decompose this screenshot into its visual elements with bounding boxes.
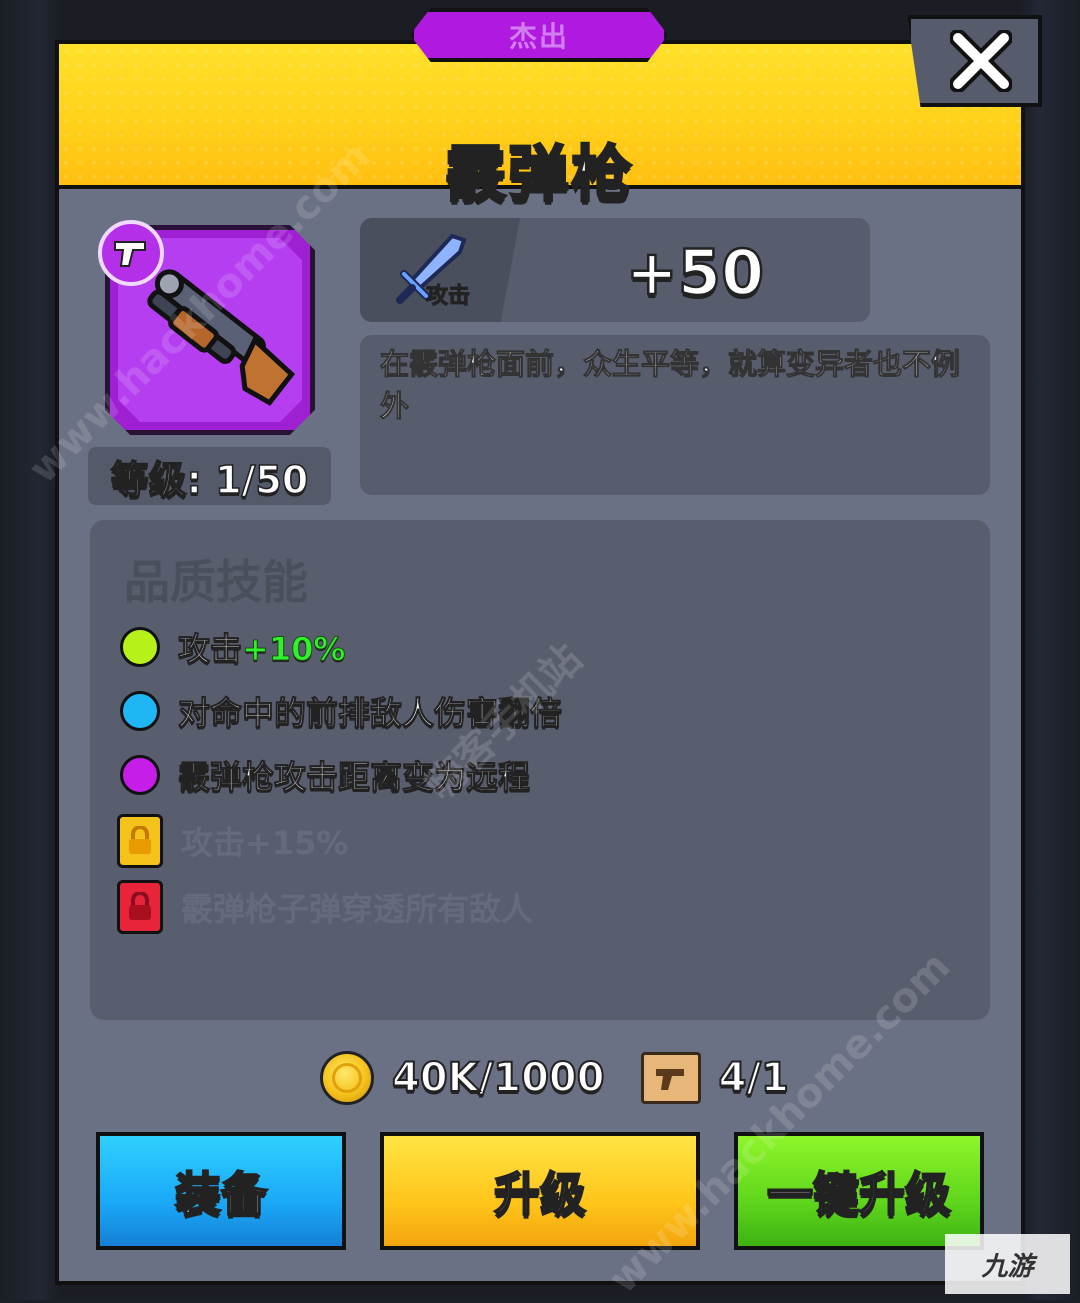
skills-title: 品质技能: [124, 555, 308, 609]
scroll-cost: 4/1: [718, 1054, 790, 1102]
pistol-icon: [114, 241, 146, 267]
blueprint-scroll-icon: [640, 1052, 701, 1104]
upgrade-button[interactable]: 升级: [380, 1132, 700, 1250]
quality-skills-panel: 品质技能 攻击+10% 对命中的前排敌人伤害翻倍 霰弹枪攻击距离变为远程 攻击+…: [90, 520, 990, 1020]
weapon-level: 等级: 1/50: [88, 447, 331, 505]
stat-box: 攻击 +50: [360, 218, 870, 322]
equip-button[interactable]: 装备: [96, 1132, 346, 1250]
skill-item-locked: 霰弹枪子弹穿透所有敌人: [117, 880, 534, 934]
skill-text: 攻击+15%: [181, 824, 349, 862]
gold-cost: 40K/1000: [391, 1054, 606, 1102]
close-button[interactable]: [907, 15, 1042, 107]
stat-value: +50: [625, 235, 766, 311]
auto-upgrade-button[interactable]: 一键升级: [734, 1132, 984, 1250]
site-logo: 九游: [945, 1234, 1070, 1294]
stat-label: 攻击: [425, 284, 471, 310]
skill-item: 霰弹枪攻击距离变为远程: [120, 750, 531, 800]
skill-item-locked: 攻击+15%: [117, 814, 349, 868]
skill-bonus: +10%: [242, 630, 346, 669]
gold-coin-icon: [320, 1051, 374, 1105]
skill-dot-icon: [120, 691, 160, 731]
skill-dot-icon: [120, 627, 160, 667]
weapon-description: 在霰弹枪面前，众生平等，就算变异者也不例外: [360, 335, 990, 495]
skill-text: 霰弹枪攻击距离变为远程: [177, 758, 531, 797]
close-icon: [949, 30, 1012, 92]
weapon-title: 霰弹枪: [444, 139, 635, 212]
upgrade-cost: 40K/1000 4/1: [320, 1048, 790, 1108]
lock-icon: [117, 880, 163, 934]
shotgun-icon: [147, 269, 296, 406]
skill-item: 攻击+10%: [120, 622, 346, 672]
skill-text: 对命中的前排敌人伤害翻倍: [177, 694, 563, 733]
quality-tag: 杰出: [410, 8, 668, 62]
skill-dot-icon: [120, 755, 160, 795]
skill-item: 对命中的前排敌人伤害翻倍: [120, 686, 563, 736]
skill-text: 霰弹枪子弹穿透所有敌人: [181, 890, 534, 928]
lock-icon: [117, 814, 163, 868]
weapon-type-badge: [98, 220, 164, 286]
